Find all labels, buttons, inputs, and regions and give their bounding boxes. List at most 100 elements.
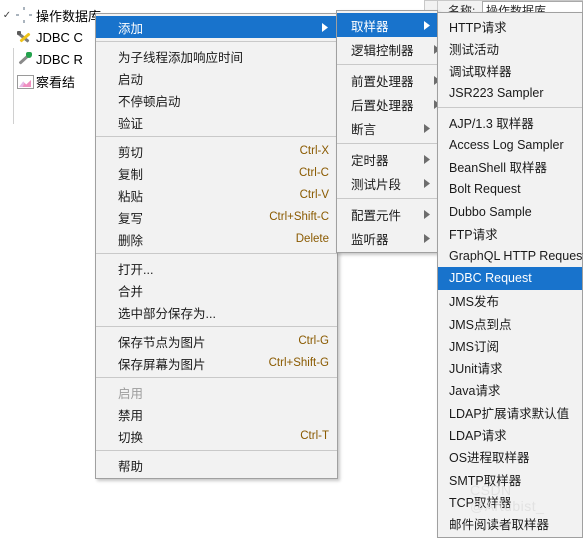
menu-item-label: OS进程取样器 xyxy=(449,451,530,466)
tree-node-label: JDBC R xyxy=(36,51,83,67)
menu-item-item-3[interactable]: 前置处理器 xyxy=(337,68,440,92)
menu-item-tcp[interactable]: TCP取样器 xyxy=(438,490,582,512)
chevron-right-icon xyxy=(404,123,431,133)
menu-item-label: LDAP请求 xyxy=(449,428,507,443)
menu-item-item-13[interactable]: 打开... xyxy=(96,257,337,279)
menu-item-shortcut: Ctrl-T xyxy=(300,430,329,442)
menu-item-label: 打开... xyxy=(118,262,154,277)
menu-separator xyxy=(438,107,582,109)
menu-item-label: 剪切 xyxy=(118,145,144,160)
menu-item-item-0[interactable]: 添加 xyxy=(96,16,337,38)
menu-item-jms[interactable]: JMS点到点 xyxy=(438,312,582,334)
menu-item-jdbc-request[interactable]: JDBC Request xyxy=(438,267,582,290)
menu-item-item-2[interactable]: 调试取样器 xyxy=(438,60,582,82)
menu-separator xyxy=(96,450,337,451)
menu-item-ajp-1-3[interactable]: AJP/1.3 取样器 xyxy=(438,111,582,133)
menu-item-shortcut: Ctrl+Shift-C xyxy=(269,211,329,223)
jdbc-request-icon xyxy=(14,50,36,68)
menu-item-item-8[interactable]: 复制 Ctrl-C xyxy=(96,162,337,184)
menu-item-beanshell[interactable]: BeanShell 取样器 xyxy=(438,156,582,178)
add-submenu[interactable]: 取样器逻辑控制器前置处理器后置处理器断言定时器测试片段配置元件监听器 xyxy=(336,10,440,253)
menu-item-label: 验证 xyxy=(118,116,144,131)
menu-item-item-10[interactable]: 配置元件 xyxy=(337,202,437,226)
menu-item-label: 复制 xyxy=(118,167,144,182)
menu-item-item-9[interactable]: 粘贴 Ctrl-V xyxy=(96,184,337,206)
tree-node-label: 察看结 xyxy=(36,74,76,90)
menu-item-access-log-sampler[interactable]: Access Log Sampler xyxy=(438,133,582,155)
menu-item-label: Access Log Sampler xyxy=(449,137,564,152)
menu-item-dubbo-sample[interactable]: Dubbo Sample xyxy=(438,200,582,222)
menu-item-ftp[interactable]: FTP请求 xyxy=(438,223,582,245)
menu-item-item-22[interactable]: 切换 Ctrl-T xyxy=(96,425,337,447)
menu-item-item-2[interactable]: 为子线程添加响应时间 xyxy=(96,45,337,67)
menu-item-jms[interactable]: JMS发布 xyxy=(438,290,582,312)
menu-item-http[interactable]: HTTP请求 xyxy=(438,15,582,37)
menu-item-shortcut: Delete xyxy=(295,233,329,245)
menu-item-bolt-request[interactable]: Bolt Request xyxy=(438,178,582,200)
menu-item-label: 配置元件 xyxy=(351,208,402,223)
menu-item-label: 前置处理器 xyxy=(351,74,414,89)
chevron-right-icon xyxy=(302,22,329,32)
menu-item-label: 逻辑控制器 xyxy=(351,43,414,58)
menu-item-item-5[interactable]: 断言 xyxy=(337,116,437,140)
menu-item-item-23[interactable]: 邮件阅读者取样器 xyxy=(438,513,582,535)
menu-item-label: JMS点到点 xyxy=(449,317,512,332)
menu-item-item-4[interactable]: 后置处理器 xyxy=(337,92,440,116)
menu-item-item-17[interactable]: 保存节点为图片 Ctrl-G xyxy=(96,330,337,352)
menu-item-label: 调试取样器 xyxy=(449,65,512,80)
menu-item-label: HTTP请求 xyxy=(449,20,507,35)
menu-item-jsr223-sampler[interactable]: JSR223 Sampler xyxy=(438,82,582,104)
jdbc-config-icon xyxy=(14,28,36,46)
menu-item-label: 监听器 xyxy=(351,232,389,247)
menu-item-java[interactable]: Java请求 xyxy=(438,379,582,401)
menu-item-label: TCP取样器 xyxy=(449,495,512,510)
tree-expand-chevron-icon[interactable]: ✓ xyxy=(0,10,14,21)
menu-item-item-3[interactable]: 启动 xyxy=(96,67,337,89)
menu-item-label: 粘贴 xyxy=(118,189,144,204)
menu-item-ldap[interactable]: LDAP扩展请求默认值 xyxy=(438,401,582,423)
menu-item-item-11[interactable]: 监听器 xyxy=(337,226,437,250)
menu-item-item-0[interactable]: 取样器 xyxy=(337,13,437,37)
menu-item-label: 为子线程添加响应时间 xyxy=(118,50,244,65)
menu-item-item-15[interactable]: 选中部分保存为... xyxy=(96,301,337,323)
menu-item-item-1[interactable]: 测试活动 xyxy=(438,37,582,59)
menu-item-label: 启用 xyxy=(118,386,144,401)
menu-item-item-24[interactable]: 帮助 xyxy=(96,454,337,476)
menu-separator xyxy=(337,64,437,65)
menu-item-label: 断言 xyxy=(351,122,377,137)
menu-item-item-1[interactable]: 逻辑控制器 xyxy=(337,37,440,61)
menu-item-label: 复写 xyxy=(118,211,144,226)
menu-item-item-8[interactable]: 测试片段 xyxy=(337,171,437,195)
chevron-right-icon xyxy=(404,209,431,219)
menu-item-label: Dubbo Sample xyxy=(449,204,532,219)
menu-item-label: 定时器 xyxy=(351,153,389,168)
menu-item-label: 切换 xyxy=(118,430,144,445)
menu-item-label: GraphQL HTTP Request xyxy=(449,249,583,264)
menu-item-junit[interactable]: JUnit请求 xyxy=(438,356,582,378)
menu-item-label: 删除 xyxy=(118,233,144,248)
menu-item-smtp[interactable]: SMTP取样器 xyxy=(438,468,582,490)
menu-item-graphql-http-request[interactable]: GraphQL HTTP Request xyxy=(438,245,583,267)
menu-item-jms[interactable]: JMS订阅 xyxy=(438,334,582,356)
chevron-right-icon xyxy=(404,20,431,30)
menu-item-label: Bolt Request xyxy=(449,182,521,197)
menu-item-ldap[interactable]: LDAP请求 xyxy=(438,423,582,445)
menu-item-label: 后置处理器 xyxy=(351,98,414,113)
menu-item-item-7[interactable]: 剪切 Ctrl-X xyxy=(96,140,337,162)
menu-item-label: 测试活动 xyxy=(449,42,500,57)
menu-separator xyxy=(96,326,337,327)
menu-item-item-5[interactable]: 验证 xyxy=(96,111,337,133)
menu-item-item-11[interactable]: 删除 Delete xyxy=(96,228,337,250)
menu-item-item-7[interactable]: 定时器 xyxy=(337,147,437,171)
node-context-menu[interactable]: 添加 为子线程添加响应时间 启动 不停顿启动 验证 剪切 Ctrl-X 复制 Ctrl-C 粘贴 C… xyxy=(95,13,338,479)
menu-item-item-10[interactable]: 复写 Ctrl+Shift-C xyxy=(96,206,337,228)
chevron-right-icon xyxy=(404,233,431,243)
menu-item-os[interactable]: OS进程取样器 xyxy=(438,446,582,468)
menu-item-label: FTP请求 xyxy=(449,228,498,243)
menu-item-item-4[interactable]: 不停顿启动 xyxy=(96,89,337,111)
menu-item-item-14[interactable]: 合并 xyxy=(96,279,337,301)
menu-item-shortcut: Ctrl-X xyxy=(299,145,329,157)
sampler-submenu[interactable]: HTTP请求 测试活动调试取样器 JSR223 Sampler AJP/1.3 取样器… xyxy=(437,12,583,538)
menu-item-item-21[interactable]: 禁用 xyxy=(96,403,337,425)
menu-item-item-18[interactable]: 保存屏幕为图片 Ctrl+Shift-G xyxy=(96,352,337,374)
